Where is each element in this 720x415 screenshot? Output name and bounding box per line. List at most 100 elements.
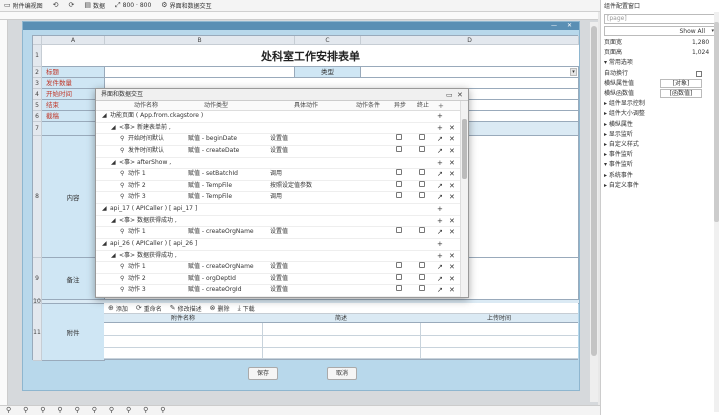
action-row[interactable]: ⚲ 开始时间默认 赋值 - beginDate 设置值 ↗ ✕ — [96, 134, 460, 146]
terminate-checkbox[interactable] — [419, 145, 425, 152]
terminate-checkbox[interactable] — [419, 134, 425, 141]
property-label[interactable]: ▸ 系统事件 — [604, 171, 633, 181]
row-header[interactable]: 11 — [33, 304, 42, 361]
link-icon[interactable]: ⚲ — [75, 407, 80, 414]
edit-icon[interactable]: ↗ — [437, 146, 443, 156]
async-checkbox[interactable] — [396, 227, 402, 234]
edit-icon[interactable]: ↗ — [437, 285, 443, 295]
property-value-field[interactable]: [对象] — [660, 78, 702, 88]
edit-icon[interactable]: ↗ — [437, 169, 443, 179]
property-label[interactable]: ▸ 自定义事件 — [604, 181, 639, 191]
delete-icon[interactable]: ✕ — [449, 169, 455, 179]
add-icon[interactable]: + — [437, 204, 443, 214]
panel-scrollbar[interactable] — [714, 12, 719, 412]
link-icon[interactable]: ⚲ — [126, 407, 131, 414]
link-icon[interactable]: ⚲ — [6, 407, 11, 414]
column-header[interactable]: B — [105, 36, 295, 45]
terminate-checkbox[interactable] — [419, 285, 425, 292]
column-header[interactable]: D — [361, 36, 579, 45]
add-icon[interactable]: + — [438, 101, 444, 111]
property-label[interactable]: 页面宽 — [604, 38, 622, 48]
dialog-title-bar[interactable]: 界面和数据交互 ▭ ✕ — [96, 89, 468, 101]
property-label[interactable]: ▸ 自定义样式 — [604, 140, 639, 150]
link-icon[interactable]: ⚲ — [40, 407, 45, 414]
interaction-button[interactable]: ⚙ 界面和数据交互 — [161, 1, 211, 11]
delete-icon[interactable]: ✕ — [449, 146, 455, 156]
expand-icon[interactable]: ◢ — [102, 204, 107, 214]
action-row[interactable]: ⚲ 发件时间默认 赋值 - createDate 设置值 ↗ ✕ — [96, 145, 460, 158]
action-row[interactable]: ◢ <事> 数据获得成功 , + ✕ — [96, 216, 460, 228]
column-header[interactable]: A — [42, 36, 105, 45]
data-button[interactable]: ▤ 数据 — [84, 1, 105, 11]
add-attachment-button[interactable]: ⊕ 添加 — [108, 304, 128, 313]
save-button[interactable]: 保存 — [248, 367, 278, 380]
redo-button[interactable]: ⟳ — [69, 2, 75, 9]
row-header[interactable]: 6 — [33, 111, 42, 122]
rename-attachment-button[interactable]: ⟳ 重命名 — [136, 304, 162, 313]
property-label[interactable]: ▾ 常用选项 — [604, 58, 633, 68]
delete-icon[interactable]: ✕ — [449, 158, 455, 168]
row-header[interactable]: 4 — [33, 89, 42, 100]
property-value-field[interactable]: [函数值] — [660, 89, 702, 98]
expand-icon[interactable]: ◢ — [111, 216, 116, 226]
delete-icon[interactable]: ✕ — [449, 181, 455, 191]
add-icon[interactable]: + — [437, 239, 443, 249]
async-checkbox[interactable] — [396, 169, 402, 176]
undo-button[interactable]: ⟲ — [53, 2, 59, 9]
row-header[interactable]: 8 — [33, 136, 42, 258]
action-row[interactable]: ⚲ 动作 2 赋值 - orgDeptId 设置值 ↗ ✕ — [96, 273, 460, 286]
terminate-checkbox[interactable] — [419, 227, 425, 234]
async-checkbox[interactable] — [396, 145, 402, 152]
page-size-select[interactable]: ⤢ 800 · 800 — [115, 2, 151, 10]
type-select[interactable]: ▾ — [361, 67, 579, 78]
delete-icon[interactable]: ✕ — [449, 123, 455, 133]
delete-icon[interactable]: ✕ — [449, 262, 455, 272]
action-row[interactable]: ◢ <事> 数据获得成功 , + ✕ — [96, 251, 460, 263]
property-label[interactable]: 横纵函数值 — [604, 89, 634, 99]
delete-icon[interactable]: ✕ — [449, 216, 455, 226]
property-label[interactable]: 自动换行 — [604, 69, 628, 79]
action-row[interactable]: ⚲ 动作 3 赋值 - createOrgId 设置值 ↗ ✕ — [96, 285, 460, 297]
delete-icon[interactable]: ✕ — [449, 134, 455, 144]
link-icon[interactable]: ⚲ — [109, 407, 114, 414]
async-checkbox[interactable] — [396, 180, 402, 187]
expand-icon[interactable]: ◢ — [111, 158, 116, 168]
expand-icon[interactable]: ◢ — [111, 251, 116, 261]
action-row[interactable]: ◢ <事> afterShow , + ✕ — [96, 158, 460, 170]
property-label[interactable]: ▾ 事件监听 — [604, 160, 633, 170]
async-checkbox[interactable] — [396, 273, 402, 280]
delete-icon[interactable]: ✕ — [449, 192, 455, 202]
terminate-checkbox[interactable] — [419, 262, 425, 269]
async-checkbox[interactable] — [396, 192, 402, 199]
action-row[interactable]: ◢ api_17 ( APICaller ) [ api_17 ] + — [96, 204, 460, 216]
terminate-checkbox[interactable] — [419, 180, 425, 187]
close-icon[interactable]: ✕ — [567, 22, 572, 30]
row-header[interactable]: 7 — [33, 122, 42, 136]
dialog-scrollbar[interactable] — [460, 101, 468, 297]
property-label[interactable]: ▸ 组件显示控制 — [604, 99, 645, 109]
expand-icon[interactable]: ◢ — [102, 239, 107, 249]
cancel-button[interactable]: 取消 — [327, 367, 357, 380]
row-header[interactable]: 2 — [33, 67, 42, 78]
canvas-scrollbar[interactable] — [590, 22, 598, 402]
interaction-dialog[interactable]: 界面和数据交互 ▭ ✕ 动作名称 动作类型 具体动作 动作条件 异步 终止 + … — [95, 88, 469, 298]
delete-attachment-button[interactable]: ⊗ 删除 — [210, 304, 230, 313]
edit-description-button[interactable]: ✎ 修改描述 — [170, 304, 202, 313]
delete-icon[interactable]: ✕ — [449, 251, 455, 261]
row-header[interactable]: 5 — [33, 100, 42, 111]
action-row[interactable]: ◢ api_26 ( APICaller ) [ api_26 ] + — [96, 239, 460, 251]
property-label[interactable]: ▸ 事件监听 — [604, 150, 633, 160]
terminate-checkbox[interactable] — [419, 192, 425, 199]
canvas-scroll-thumb[interactable] — [591, 26, 597, 356]
auto-wrap-checkbox[interactable] — [696, 70, 702, 77]
add-icon[interactable]: + — [437, 111, 443, 121]
add-icon[interactable]: + — [437, 251, 443, 261]
component-search-input[interactable]: [page] — [604, 14, 716, 24]
action-row[interactable]: ⚲ 动作 1 赋值 - createOrgName 设置值 ↗ ✕ — [96, 262, 460, 274]
row-header[interactable]: 1 — [33, 45, 42, 67]
action-row[interactable]: ⚲ 动作 1 赋值 - setBatchId 调用 ↗ ✕ — [96, 169, 460, 181]
close-icon[interactable]: ✕ — [457, 89, 463, 101]
panel-scroll-thumb[interactable] — [714, 22, 719, 222]
maximize-icon[interactable]: ▭ — [446, 89, 453, 101]
async-checkbox[interactable] — [396, 134, 402, 141]
